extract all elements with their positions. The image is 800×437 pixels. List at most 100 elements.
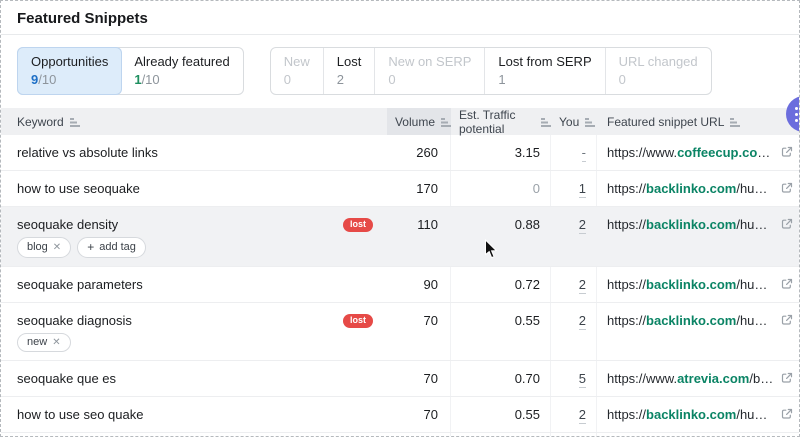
traffic-potential-cell: 0.48 [451, 433, 551, 437]
you-position-link[interactable]: 2 [579, 407, 586, 424]
url-domain: backlinko.com [646, 313, 736, 328]
sort-icon [730, 118, 740, 127]
add-tag-button[interactable]: +add tag [77, 237, 146, 258]
keyword-text: seoquake que es [17, 371, 116, 386]
you-position-link[interactable]: 2 [579, 313, 586, 330]
volume-cell: 170 [387, 171, 451, 206]
you-position-cell: - [551, 433, 597, 437]
keyword-cell: how to use seoquake [1, 171, 387, 206]
external-link-icon[interactable] [781, 278, 793, 290]
snippet-url-link[interactable]: https://backlinko.com/hub/seo/se... [607, 277, 774, 292]
external-link-icon[interactable] [781, 146, 793, 158]
filter-tab-label: Opportunities [31, 54, 108, 69]
lost-badge: lost [343, 218, 373, 232]
url-path: /hub/seo/se... [736, 313, 774, 328]
filter-tab-new: New0 [271, 48, 323, 94]
column-header-featured-snippet-url[interactable]: Featured snippet URL [597, 108, 799, 135]
filter-tab-already-featured[interactable]: Already featured 1/10 [121, 48, 242, 94]
table-header-row: Keyword Volume Est. Traffic potential You Fe… [1, 108, 799, 135]
traffic-potential-cell: 0.88 [451, 207, 551, 266]
external-link-icon[interactable] [781, 182, 793, 194]
volume-cell: 260 [387, 135, 451, 170]
you-position-link[interactable]: 2 [579, 277, 586, 294]
column-header-est-traffic-potential[interactable]: Est. Traffic potential [451, 108, 551, 135]
filter-tab-label: Lost [337, 54, 362, 69]
snippets-table: Keyword Volume Est. Traffic potential You Fe… [1, 108, 799, 437]
column-header-label: Volume [395, 115, 435, 129]
table-row: seoquake parameters900.722https://backli… [1, 267, 799, 303]
filter-tab-opportunities[interactable]: Opportunities 9/10 [17, 47, 122, 95]
url-prefix: https://www. [607, 145, 677, 160]
filter-tab-count: 2 [337, 72, 362, 87]
you-position-link[interactable]: - [582, 145, 586, 162]
filter-tab-label: Lost from SERP [498, 54, 591, 69]
filter-tab-label: Already featured [134, 54, 229, 69]
snippet-url-link[interactable]: https://backlinko.com/hub/seo/se... [607, 181, 774, 196]
panel-header: Featured Snippets [1, 1, 799, 35]
url-prefix: https:// [607, 407, 646, 422]
remove-tag-icon[interactable]: ✕ [52, 337, 60, 348]
primary-filter-group: Opportunities 9/10 Already featured 1/10 [17, 47, 244, 95]
dot-icon [795, 119, 798, 122]
you-position-link[interactable]: 1 [579, 181, 586, 198]
you-position-cell: - [551, 135, 597, 170]
tag-label: new [27, 336, 47, 348]
table-body: relative vs absolute links2603.15-https:… [1, 135, 799, 437]
sort-icon [585, 118, 595, 127]
filter-tab-lost[interactable]: Lost 2 [323, 48, 375, 94]
filter-tab-label: URL changed [619, 54, 698, 69]
snippet-url-link[interactable]: https://www.coffeecup.com/help/... [607, 145, 774, 160]
remove-tag-icon[interactable]: ✕ [53, 242, 61, 253]
filter-tab-lost-from-serp[interactable]: Lost from SERP1 [484, 48, 604, 94]
snippet-url-cell: https://backlinko.com/hub/seo/se... [597, 171, 799, 206]
keyword-cell: relative vs absolute links [1, 135, 387, 170]
url-path: /blog/seo... [749, 371, 774, 386]
filter-tab-count: 0 [619, 72, 698, 87]
table-row: seoquake que es700.705https://www.atrevi… [1, 361, 799, 397]
tag-pill-new[interactable]: new ✕ [17, 333, 71, 352]
filter-tab-count: 1/10 [134, 72, 229, 87]
snippet-url-cell: https://www.coffeecup.com/help/... [597, 135, 799, 170]
external-link-icon[interactable] [781, 372, 793, 384]
column-header-keyword[interactable]: Keyword [1, 108, 387, 135]
snippet-url-cell: https://backlinko.com/hub/seo/se... [597, 303, 799, 360]
snippet-url-link[interactable]: https://www.atrevia.com/blog/seo... [607, 371, 774, 386]
filter-tab-count: 0 [388, 72, 471, 87]
volume-cell: 70 [387, 361, 451, 396]
snippet-url-cell: https://backlinko.com/hub/seo/se... [597, 397, 799, 432]
url-path: /hub/seo/se... [736, 407, 774, 422]
column-header-label: Est. Traffic potential [459, 108, 535, 136]
snippet-url-cell: https://backlinko.com/hub/seo/se... [597, 267, 799, 302]
keyword-text: seoquake parameters [17, 277, 143, 292]
external-link-icon[interactable] [781, 218, 793, 230]
keyword-text: seoquake density [17, 217, 118, 232]
volume-cell: 110 [387, 207, 451, 266]
snippet-url-link[interactable]: https://backlinko.com/hub/seo/se... [607, 313, 774, 328]
external-link-icon[interactable] [781, 314, 793, 326]
add-tag-label: add tag [99, 241, 136, 253]
filter-tab-label: New [284, 54, 310, 69]
table-row: how to use seo quake700.552https://backl… [1, 397, 799, 433]
column-header-volume[interactable]: Volume [387, 108, 451, 135]
filter-tab-count: 9/10 [31, 72, 108, 87]
tag-pill-blog[interactable]: blog✕ [17, 237, 71, 258]
column-header-you[interactable]: You [551, 108, 597, 135]
you-position-link[interactable]: 2 [579, 217, 586, 234]
url-domain: backlinko.com [646, 277, 736, 292]
keyword-cell: seoquake diagnosislostnew✕ [1, 303, 387, 360]
traffic-potential-cell: 0.55 [451, 397, 551, 432]
url-prefix: https:// [607, 217, 646, 232]
keyword-cell: how to use seo quake [1, 397, 387, 432]
page-title: Featured Snippets [17, 10, 783, 27]
snippet-url-link[interactable]: https://backlinko.com/hub/seo/se... [607, 217, 774, 232]
snippet-url-link[interactable]: https://backlinko.com/hub/seo/se... [607, 407, 774, 422]
filter-tab-label: New on SERP [388, 54, 471, 69]
volume-cell: 40 [387, 433, 451, 437]
keyword-cell: seoquake density lost blog✕ +add tag [1, 207, 387, 266]
column-header-label: You [559, 115, 579, 129]
url-domain: atrevia.com [677, 371, 749, 386]
filter-tab-url-changed: URL changed 0 [605, 48, 711, 94]
traffic-potential-cell: 0.72 [451, 267, 551, 302]
external-link-icon[interactable] [781, 408, 793, 420]
you-position-link[interactable]: 5 [579, 371, 586, 388]
